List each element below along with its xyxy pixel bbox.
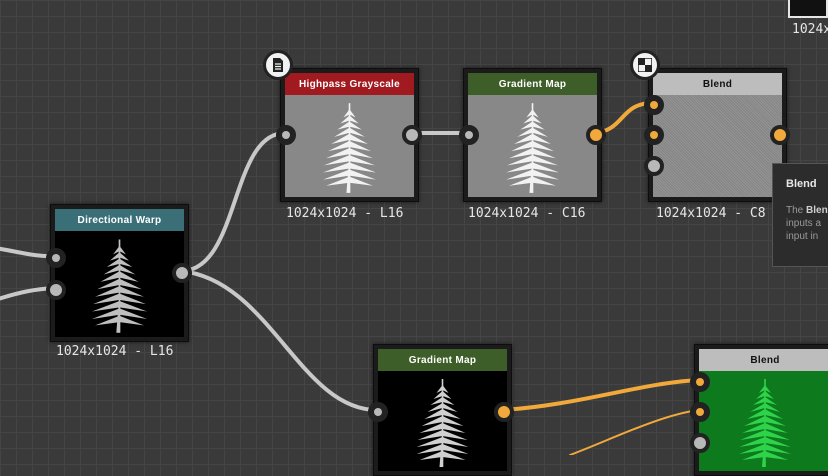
node-thumbnail (285, 95, 414, 197)
tooltip-text: The (786, 205, 807, 216)
node-thumbnail (55, 231, 184, 337)
blend-output-port[interactable] (770, 125, 790, 145)
wire-into-blend-bottom[interactable] (569, 409, 700, 455)
resolution-label: 1024x1024 - C16 (468, 206, 586, 221)
fern-preview (739, 379, 791, 467)
node-title: Blend (653, 73, 782, 95)
node-thumbnail (378, 371, 507, 471)
warp-output-port[interactable] (172, 263, 192, 283)
blend-mask-port[interactable] (690, 433, 710, 453)
tooltip-title: Blend (786, 178, 817, 190)
node-thumbnail (653, 95, 782, 197)
directional-warp-node[interactable]: Directional Warp (50, 204, 189, 342)
node-tooltip: Blend The Blen inputs a input in (772, 163, 828, 267)
blend-mask-port[interactable] (644, 156, 664, 176)
fern-preview (505, 103, 560, 193)
highpass-output-port[interactable] (402, 125, 422, 145)
node-title: Gradient Map (378, 349, 507, 371)
blend-node[interactable]: Blend (694, 344, 828, 476)
tooltip-line: The Blen (786, 204, 828, 217)
gradient-map-node[interactable]: Gradient Map (463, 68, 602, 202)
resolution-label: 1024x (792, 22, 828, 37)
blend-foreground-port[interactable] (690, 372, 710, 392)
wire-gradient-bottom-to-blend[interactable] (501, 378, 701, 412)
highpass-input-port[interactable] (276, 125, 296, 145)
node-graph-canvas[interactable]: Directional Warp 1024x1024 - L16 Highpas… (0, 0, 828, 476)
tooltip-line: input in (786, 231, 819, 242)
resolution-label: 1024x1024 - L16 (286, 206, 404, 221)
warp-input-port-1[interactable] (46, 248, 66, 268)
gradient-output-port[interactable] (494, 402, 514, 422)
wire-warp-to-highpass[interactable] (179, 131, 287, 273)
tooltip-line: inputs a (786, 218, 822, 229)
node-title: Directional Warp (55, 209, 184, 231)
gradient-map-node[interactable]: Gradient Map (373, 344, 512, 476)
blend-foreground-port[interactable] (644, 95, 664, 115)
node-title: Highpass Grayscale (285, 73, 414, 95)
fern-preview (322, 103, 377, 193)
partial-node-thumbnail[interactable] (788, 0, 828, 18)
node-thumbnail (699, 371, 828, 471)
fern-preview (416, 379, 469, 467)
warp-input-port-2[interactable] (46, 280, 66, 300)
gradient-input-port[interactable] (368, 402, 388, 422)
gradient-output-port[interactable] (586, 125, 606, 145)
fern-preview (91, 239, 148, 333)
tooltip-bold-text: Blen (806, 205, 828, 216)
checker-icon[interactable] (630, 50, 660, 80)
node-title: Gradient Map (468, 73, 597, 95)
blend-background-port[interactable] (690, 402, 710, 422)
resolution-label: 1024x1024 - L16 (56, 344, 174, 359)
wire-warp-to-gradient-bottom[interactable] (179, 269, 379, 412)
gradient-input-port[interactable] (459, 125, 479, 145)
document-icon[interactable] (263, 50, 293, 80)
node-thumbnail (468, 95, 597, 197)
highpass-grayscale-node[interactable]: Highpass Grayscale (280, 68, 419, 202)
resolution-label: 1024x1024 - C8 (656, 206, 766, 221)
node-title: Blend (699, 349, 828, 371)
blend-node[interactable]: Blend (648, 68, 787, 202)
blend-background-port[interactable] (644, 125, 664, 145)
